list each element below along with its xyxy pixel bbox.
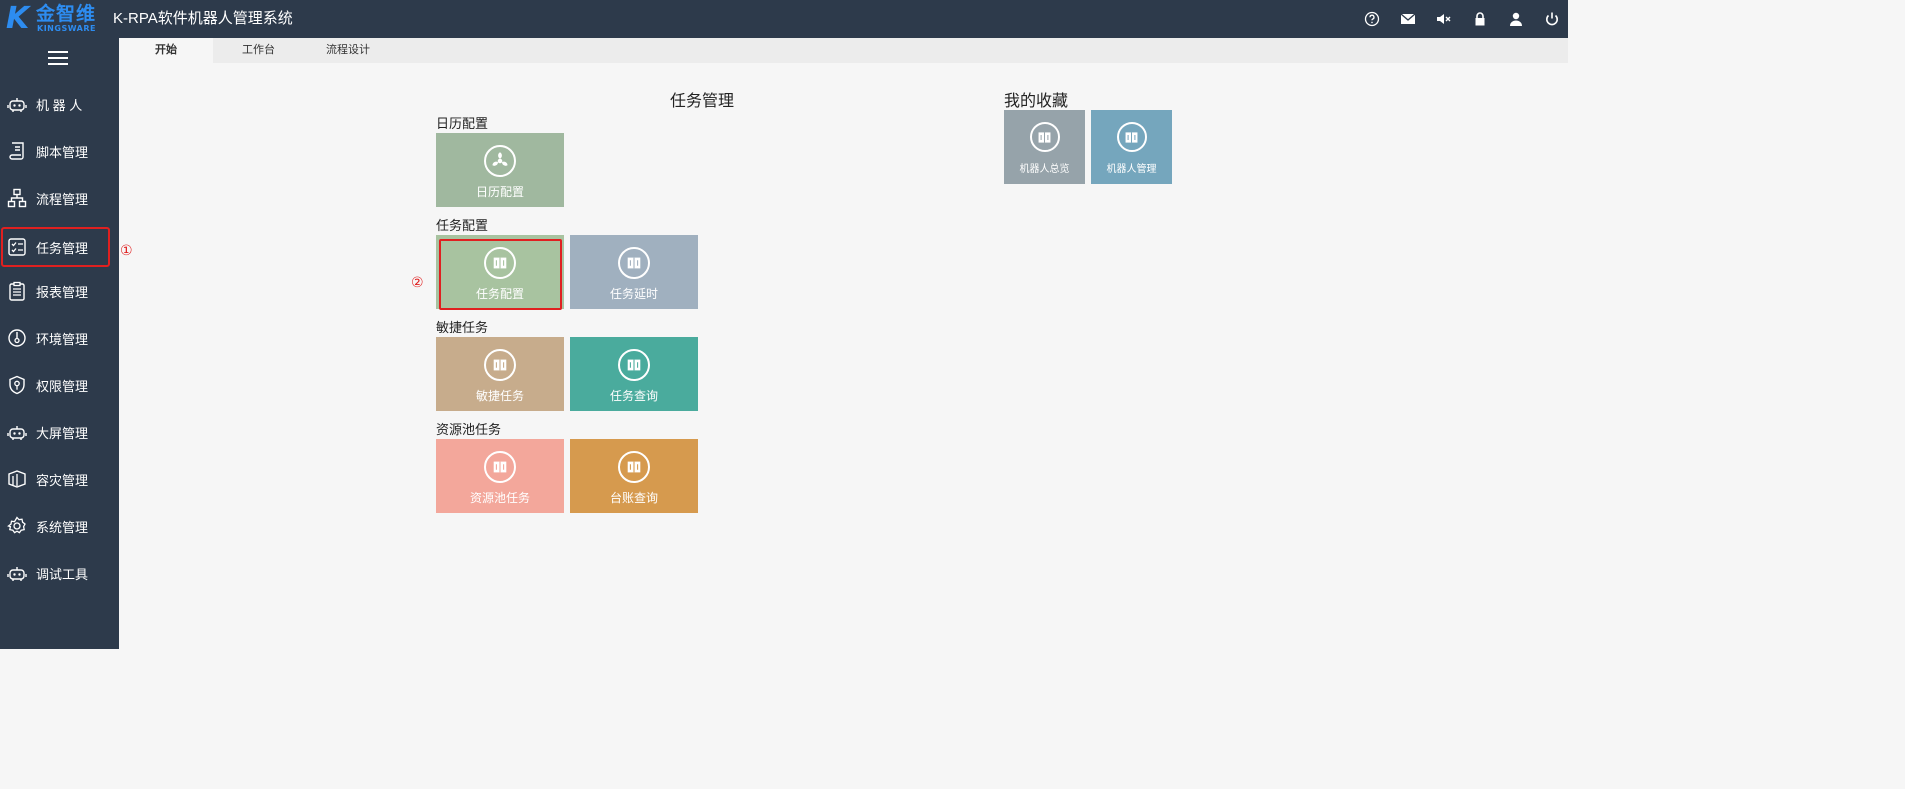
- sidebar-item-system[interactable]: 系统管理: [0, 503, 119, 549]
- sidebar-item-label: 权限管理: [36, 378, 89, 394]
- sidebar-item-bigscreen[interactable]: 大屏管理: [0, 409, 119, 455]
- sidebar-item-label: 环境管理: [36, 331, 89, 347]
- robot-icon: [6, 562, 28, 584]
- sidebar-item-flow[interactable]: 流程管理: [0, 175, 119, 221]
- mail-icon[interactable]: [1398, 9, 1418, 29]
- sidebar-item-environment[interactable]: 环境管理: [0, 315, 119, 361]
- sidebar-item-permission[interactable]: 权限管理: [0, 362, 119, 408]
- tile-ledger-query[interactable]: 台账查询: [570, 439, 698, 513]
- disaster-recovery-icon: [6, 468, 28, 490]
- tile-robot-overview[interactable]: 机器人总览: [1004, 110, 1085, 184]
- favorites-title: 我的收藏: [1004, 93, 1069, 110]
- help-icon[interactable]: [1362, 9, 1382, 29]
- logo-k-mark: K: [6, 1, 29, 36]
- report-icon: [6, 280, 28, 302]
- group-label-calendar: 日历配置: [436, 116, 489, 131]
- app-title: K-RPA软件机器人管理系统: [113, 10, 293, 27]
- task-icon: [6, 236, 28, 258]
- book-icon: [484, 349, 516, 381]
- script-icon: [6, 140, 28, 162]
- book-icon: [1116, 122, 1147, 152]
- sidebar-item-label: 报表管理: [36, 284, 89, 300]
- tile-label: 日历配置: [475, 185, 524, 199]
- book-icon: [484, 247, 516, 279]
- permission-icon: [6, 374, 28, 396]
- tile-label: 机器人管理: [1106, 164, 1157, 175]
- top-bar: K 金智维 KINGSWARE K-RPA软件机器人管理系统: [0, 0, 1568, 38]
- tile-label: 敏捷任务: [475, 389, 524, 403]
- sidebar-item-debug[interactable]: 调试工具: [0, 550, 119, 596]
- tile-task-config[interactable]: 任务配置: [436, 235, 564, 309]
- mute-icon[interactable]: [1434, 9, 1454, 29]
- tab-process-design[interactable]: 流程设计: [304, 38, 392, 63]
- tile-label: 任务延时: [609, 287, 658, 301]
- robot-icon: [6, 93, 28, 115]
- tab-workbench[interactable]: 工作台: [213, 38, 304, 63]
- tile-label: 资源池任务: [469, 491, 530, 505]
- sidebar-item-label: 机 器 人: [36, 97, 83, 113]
- book-icon: [618, 247, 650, 279]
- sidebar-item-disaster-recovery[interactable]: 容灾管理: [0, 456, 119, 502]
- environment-icon: [6, 327, 28, 349]
- sidebar-item-report[interactable]: 报表管理: [0, 268, 119, 314]
- logo-chinese-text: 金智维: [36, 3, 97, 25]
- task-management-title: 任务管理: [670, 93, 735, 110]
- book-icon: [618, 349, 650, 381]
- annotation-marker-1: ①: [120, 242, 133, 258]
- tile-agile-task[interactable]: 敏捷任务: [436, 337, 564, 411]
- top-toolbar: [1346, 9, 1562, 29]
- tile-label: 台账查询: [609, 491, 658, 505]
- user-icon[interactable]: [1506, 9, 1526, 29]
- robot-icon: [6, 421, 28, 443]
- book-icon: [618, 451, 650, 483]
- group-label-resource-pool: 资源池任务: [436, 422, 502, 437]
- group-label-task-config: 任务配置: [436, 218, 489, 233]
- menu-toggle-icon[interactable]: [48, 51, 68, 67]
- lock-icon[interactable]: [1470, 9, 1490, 29]
- tile-label: 任务配置: [475, 287, 524, 301]
- sidebar-item-label: 脚本管理: [36, 144, 89, 160]
- sidebar-item-label: 调试工具: [36, 566, 89, 582]
- sidebar-item-task[interactable]: 任务管理: [1, 227, 110, 267]
- sidebar-item-label: 系统管理: [36, 519, 89, 535]
- sidebar-item-label: 流程管理: [36, 191, 89, 207]
- tab-bar: 开始 工作台 流程设计: [119, 38, 1568, 63]
- tile-label: 机器人总览: [1019, 164, 1070, 175]
- logo-english-text: KINGSWARE: [37, 24, 96, 33]
- tile-calendar-config[interactable]: 日历配置: [436, 133, 564, 207]
- tile-task-query[interactable]: 任务查询: [570, 337, 698, 411]
- tile-resource-pool-task[interactable]: 资源池任务: [436, 439, 564, 513]
- kingsware-logo: K 金智维 KINGSWARE: [6, 4, 102, 34]
- sidebar-item-label: 大屏管理: [36, 425, 89, 441]
- sidebar: 机 器 人 脚本管理 流程管理 任务管理 报表管理 环境管理 权限管理 大屏管理…: [0, 38, 119, 649]
- sidebar-item-robot[interactable]: 机 器 人: [0, 81, 119, 127]
- calendar-fan-icon: [484, 145, 516, 177]
- tab-start[interactable]: 开始: [119, 38, 213, 63]
- power-icon[interactable]: [1542, 9, 1562, 29]
- book-icon: [484, 451, 516, 483]
- tile-label: 任务查询: [609, 389, 658, 403]
- book-icon: [1029, 122, 1060, 152]
- annotation-marker-2: ②: [411, 274, 424, 290]
- settings-icon: [6, 515, 28, 537]
- flow-icon: [6, 187, 28, 209]
- sidebar-item-label: 任务管理: [36, 240, 89, 256]
- tile-task-delay[interactable]: 任务延时: [570, 235, 698, 309]
- sidebar-item-label: 容灾管理: [36, 472, 89, 488]
- group-label-agile: 敏捷任务: [436, 320, 489, 335]
- tile-robot-management[interactable]: 机器人管理: [1091, 110, 1172, 184]
- sidebar-item-script[interactable]: 脚本管理: [0, 128, 119, 174]
